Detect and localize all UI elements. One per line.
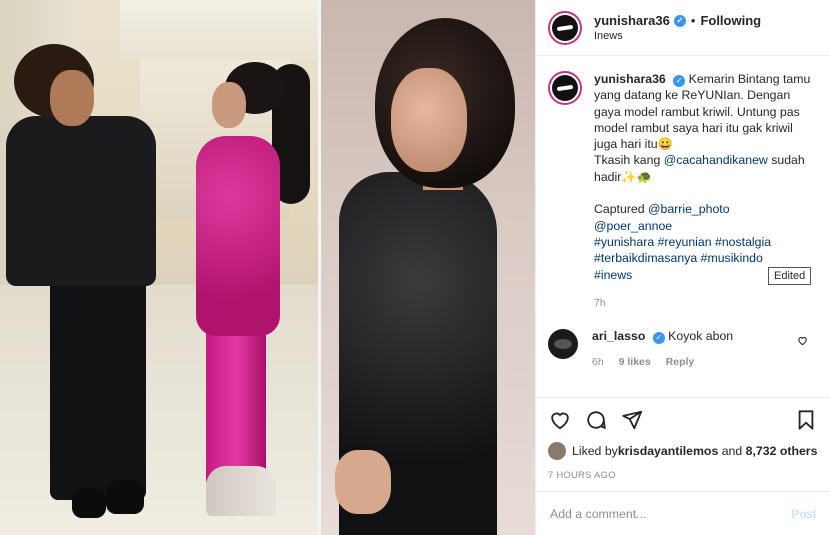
photo-right xyxy=(321,0,535,535)
post-sidebar: yunishara36 ✓ • Following Inews yunishar… xyxy=(535,0,830,535)
caption-age: 7h xyxy=(594,296,606,309)
comment-body: ari_lasso ✓ Koyok abon 6h 9 likes Reply xyxy=(592,329,733,368)
hashtag-links[interactable]: #yunishara #reyunian #nostalgia xyxy=(594,235,771,249)
comment-like-icon[interactable] xyxy=(797,335,808,349)
likes-middle: and xyxy=(718,444,746,458)
liker-username[interactable]: krisdayantilemos xyxy=(618,444,718,458)
likes-count[interactable]: 8,732 others xyxy=(746,444,818,458)
liker-avatar[interactable] xyxy=(548,442,566,460)
man-face xyxy=(50,70,94,126)
hand xyxy=(335,450,391,514)
separator: • xyxy=(690,13,696,28)
caption-avatar[interactable] xyxy=(548,71,582,105)
add-comment-input[interactable] xyxy=(550,506,792,521)
name-row: yunishara36 ✓ • Following xyxy=(594,13,761,28)
woman-legs xyxy=(206,320,266,490)
comment-item: ari_lasso ✓ Koyok abon 6h 9 likes Reply xyxy=(548,329,818,368)
verified-badge-icon: ✓ xyxy=(652,332,665,345)
header-text: yunishara36 ✓ • Following Inews xyxy=(594,13,761,42)
hashtag-link[interactable]: #inews xyxy=(594,268,632,282)
caption-username[interactable]: yunishara36 xyxy=(594,72,666,86)
man-shoe xyxy=(106,480,144,514)
reply-button[interactable]: Reply xyxy=(666,356,695,368)
woman-body xyxy=(196,136,280,336)
post-timestamp[interactable]: 7 HOURS AGO xyxy=(548,470,818,481)
likes-prefix: Liked by xyxy=(572,444,618,458)
mention-link[interactable]: @poer_annoe xyxy=(594,219,672,233)
verified-badge-icon: ✓ xyxy=(673,14,686,27)
share-paper-plane-icon[interactable] xyxy=(620,408,644,432)
comment-age: 6h xyxy=(592,356,604,369)
post-header: yunishara36 ✓ • Following Inews xyxy=(536,0,830,56)
comment-bubble-icon[interactable] xyxy=(584,408,608,432)
avatar[interactable] xyxy=(548,10,582,45)
ceiling xyxy=(120,0,318,60)
avatar-image xyxy=(552,14,578,41)
mention-link[interactable]: @cacahandikanew xyxy=(664,153,768,167)
woman-shoes xyxy=(206,466,276,516)
location-link[interactable]: Inews xyxy=(594,30,761,42)
man-body xyxy=(6,116,156,286)
mention-link[interactable]: @barrie_photo xyxy=(648,202,730,216)
instagram-post: yunishara36 ✓ • Following Inews yunishar… xyxy=(0,0,830,535)
caption-text-thanks: Tkasih kang xyxy=(594,153,664,168)
likes-summary: Liked by krisdayantilemos and 8,732 othe… xyxy=(548,442,818,460)
man-shoe xyxy=(72,488,106,518)
avatar-image xyxy=(552,75,578,101)
following-button[interactable]: Following xyxy=(700,13,761,28)
comment-likes[interactable]: 9 likes xyxy=(619,356,651,368)
captured-label: Captured xyxy=(594,202,649,217)
comment-meta: 6h 9 likes Reply xyxy=(592,356,733,368)
post-actions: Liked by krisdayantilemos and 8,732 othe… xyxy=(536,397,830,481)
post-media[interactable] xyxy=(0,0,535,535)
man-legs xyxy=(50,270,146,500)
commenter-avatar[interactable] xyxy=(548,329,578,360)
photo-left xyxy=(0,0,318,535)
save-bookmark-icon[interactable] xyxy=(794,408,818,432)
username-link[interactable]: yunishara36 xyxy=(594,13,670,28)
add-comment-bar: Post xyxy=(536,491,830,535)
action-icons xyxy=(548,408,818,432)
comments-area[interactable]: yunishara36 ✓ Kemarin Bintang tamu yang … xyxy=(536,57,830,397)
commenter-username[interactable]: ari_lasso xyxy=(592,329,645,343)
comment-text-row: ari_lasso ✓ Koyok abon xyxy=(592,329,734,345)
verified-badge-icon: ✓ xyxy=(673,75,686,87)
hashtag-links[interactable]: #terbaikdimasanya #musikindo xyxy=(594,251,763,265)
comment-text: Koyok abon xyxy=(668,329,734,344)
like-heart-icon[interactable] xyxy=(548,408,572,432)
post-comment-button[interactable]: Post xyxy=(791,507,816,521)
woman-face xyxy=(212,82,246,128)
edited-tooltip: Edited xyxy=(768,267,812,285)
face xyxy=(391,68,467,172)
